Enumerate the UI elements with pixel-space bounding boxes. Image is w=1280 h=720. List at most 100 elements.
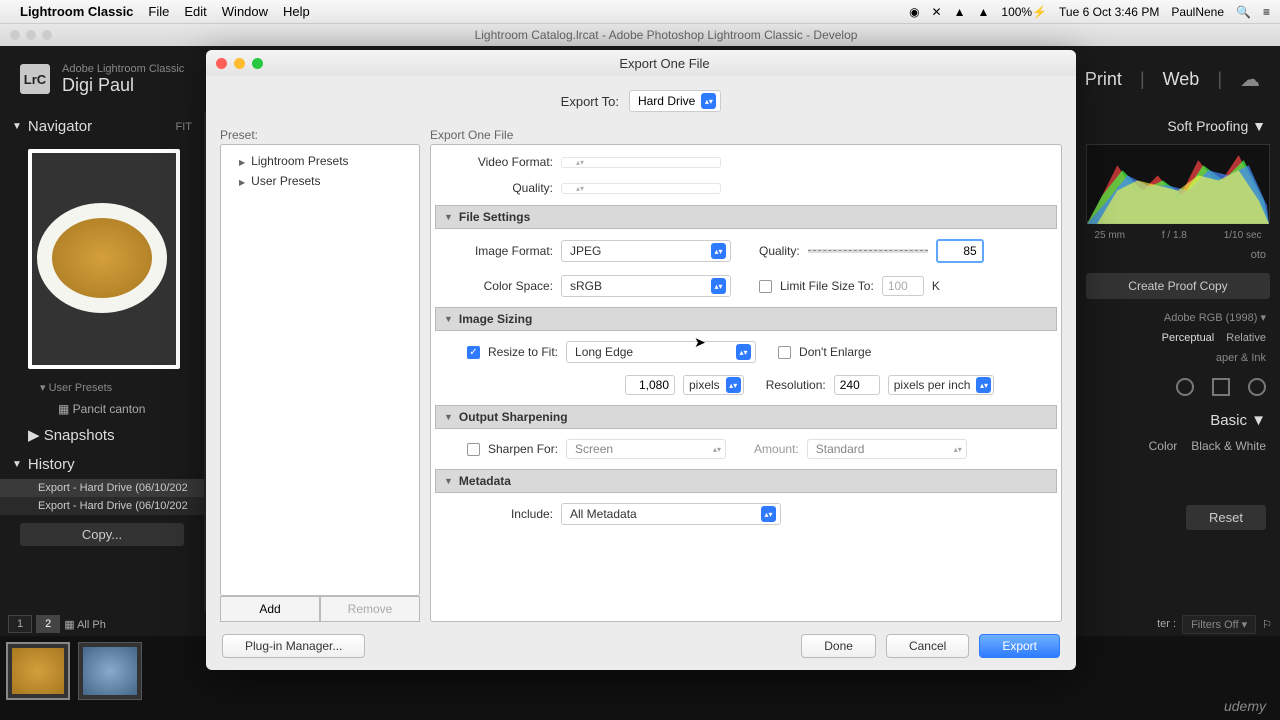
- battery-status[interactable]: 100% ⚡: [1001, 5, 1047, 19]
- resize-checkbox[interactable]: ✓: [467, 346, 480, 359]
- menu-help[interactable]: Help: [283, 4, 310, 19]
- quality-input[interactable]: [936, 239, 984, 263]
- system-menubar: Lightroom Classic File Edit Window Help …: [0, 0, 1280, 24]
- lr-logo-icon: LrC: [20, 64, 50, 94]
- app-name[interactable]: Lightroom Classic: [20, 4, 133, 19]
- navigator-label: Navigator: [28, 118, 92, 135]
- identity-plate[interactable]: Digi Paul: [62, 75, 184, 96]
- disclosure-triangle-icon[interactable]: ▼: [12, 121, 22, 132]
- disclosure-triangle-icon[interactable]: ▼: [12, 459, 22, 470]
- history-header[interactable]: ▼ History: [0, 450, 204, 479]
- zoom-icon[interactable]: [252, 58, 263, 69]
- export-to-select[interactable]: Hard Drive ▴▾: [629, 90, 721, 112]
- histogram[interactable]: [1086, 144, 1270, 222]
- navigator-thumbnail[interactable]: [28, 149, 180, 369]
- sharpen-checkbox[interactable]: [467, 443, 480, 456]
- limit-input: [882, 276, 924, 296]
- breadcrumb[interactable]: ▦ All Ph: [64, 618, 106, 631]
- close-icon[interactable]: [216, 58, 227, 69]
- dialog-titlebar[interactable]: Export One File: [206, 50, 1076, 76]
- shape-circle-icon[interactable]: [1176, 378, 1194, 396]
- cloud-icon[interactable]: ☁: [1240, 67, 1260, 92]
- preset-label: Preset:: [220, 126, 420, 144]
- status-icon[interactable]: ✕: [932, 5, 942, 19]
- search-icon[interactable]: 🔍: [1236, 5, 1251, 19]
- video-quality-label: Quality:: [445, 181, 553, 195]
- reset-button[interactable]: Reset: [1186, 505, 1266, 530]
- file-settings-header[interactable]: ▼File Settings: [435, 205, 1057, 229]
- shape-circle-icon[interactable]: [1248, 378, 1266, 396]
- filter-flag-icon[interactable]: ⚐: [1262, 618, 1272, 631]
- fit-button[interactable]: FIT: [176, 121, 193, 133]
- color-space-select[interactable]: sRGB▴▾: [561, 275, 731, 297]
- minimize-icon[interactable]: [234, 58, 245, 69]
- datetime[interactable]: Tue 6 Oct 3:46 PM: [1059, 5, 1159, 19]
- basic-header[interactable]: Basic ▼: [1076, 406, 1280, 435]
- menu-icon[interactable]: ≡: [1263, 5, 1270, 19]
- filter-label: ter :: [1157, 618, 1176, 630]
- history-label: History: [28, 456, 75, 473]
- output-sharpening-header[interactable]: ▼Output Sharpening: [435, 405, 1057, 429]
- preset-group[interactable]: Lightroom Presets: [221, 151, 419, 171]
- limit-filesize-checkbox[interactable]: [759, 280, 772, 293]
- sharpen-label: Sharpen For:: [488, 442, 558, 456]
- cancel-button[interactable]: Cancel: [886, 634, 969, 658]
- snapshots-header[interactable]: ▶ Snapshots: [0, 420, 204, 450]
- create-proof-button[interactable]: Create Proof Copy: [1086, 273, 1270, 299]
- menu-window[interactable]: Window: [222, 4, 268, 19]
- treatment-bw[interactable]: Black & White: [1191, 439, 1266, 453]
- menu-file[interactable]: File: [148, 4, 169, 19]
- remove-preset-button: Remove: [320, 596, 420, 622]
- paper-ink-label[interactable]: aper & Ink: [1076, 348, 1280, 368]
- settings-panel[interactable]: Video Format: ▴▾ Quality: ▴▾ ▼File Setti…: [430, 144, 1062, 622]
- navigator-header[interactable]: ▼ Navigator FIT: [0, 112, 204, 141]
- left-panel: ▼ Navigator FIT ▾ User Presets ▦ Pancit …: [0, 112, 204, 612]
- video-format-label: Video Format:: [445, 155, 553, 169]
- metadata-header[interactable]: ▼Metadata: [435, 469, 1057, 493]
- dimension-unit-select[interactable]: pixels▴▾: [683, 375, 744, 395]
- resize-fit-select[interactable]: Long Edge▴▾: [566, 341, 756, 363]
- dont-enlarge-label: Don't Enlarge: [799, 345, 871, 359]
- amount-select: Standard▴▾: [807, 439, 967, 459]
- quality-slider[interactable]: [808, 249, 928, 253]
- filmstrip-thumbnail[interactable]: [6, 642, 70, 700]
- limit-label: Limit File Size To:: [780, 279, 874, 293]
- user-presets-group[interactable]: ▾ User Presets: [0, 377, 204, 398]
- filmstrip-thumbnail[interactable]: [78, 642, 142, 700]
- monitor-1[interactable]: 1: [8, 615, 32, 633]
- dont-enlarge-checkbox[interactable]: [778, 346, 791, 359]
- status-icon[interactable]: ◉: [909, 5, 919, 19]
- preset-item[interactable]: ▦ Pancit canton: [0, 398, 204, 420]
- filter-select[interactable]: Filters Off ▾: [1182, 615, 1256, 634]
- dimension-input[interactable]: [625, 375, 675, 395]
- status-icon[interactable]: ▲: [954, 5, 966, 19]
- menu-edit[interactable]: Edit: [184, 4, 206, 19]
- resolution-input[interactable]: [834, 375, 880, 395]
- include-select[interactable]: All Metadata▴▾: [561, 503, 781, 525]
- soft-proofing-header[interactable]: Soft Proofing ▼: [1076, 112, 1280, 140]
- done-button[interactable]: Done: [801, 634, 876, 658]
- export-button[interactable]: Export: [979, 634, 1060, 658]
- intent-relative[interactable]: Relative: [1226, 332, 1266, 344]
- preset-group[interactable]: User Presets: [221, 171, 419, 191]
- resolution-unit-select[interactable]: pixels per inch▴▾: [888, 375, 995, 395]
- plugin-manager-button[interactable]: Plug-in Manager...: [222, 634, 365, 658]
- profile-label[interactable]: Adobe RGB (1998) ▾: [1076, 307, 1280, 328]
- export-dialog: Export One File Export To: Hard Drive ▴▾…: [206, 50, 1076, 670]
- history-item[interactable]: Export - Hard Drive (06/10/202: [0, 497, 204, 515]
- treatment-color[interactable]: Color: [1149, 439, 1178, 453]
- udemy-watermark: udemy: [1224, 698, 1266, 714]
- monitor-2[interactable]: 2: [36, 615, 60, 633]
- image-sizing-header[interactable]: ▼Image Sizing: [435, 307, 1057, 331]
- intent-perceptual[interactable]: Perceptual: [1162, 332, 1215, 344]
- module-web[interactable]: Web: [1163, 69, 1200, 90]
- username[interactable]: PaulNene: [1171, 5, 1224, 19]
- module-print[interactable]: Print: [1085, 69, 1122, 90]
- history-item[interactable]: Export - Hard Drive (06/10/202: [0, 479, 204, 497]
- amount-label: Amount:: [754, 442, 799, 456]
- wifi-icon[interactable]: ▲: [978, 5, 990, 19]
- add-preset-button[interactable]: Add: [220, 596, 320, 622]
- copy-button[interactable]: Copy...: [20, 523, 184, 546]
- shape-square-icon[interactable]: [1212, 378, 1230, 396]
- image-format-select[interactable]: JPEG▴▾: [561, 240, 731, 262]
